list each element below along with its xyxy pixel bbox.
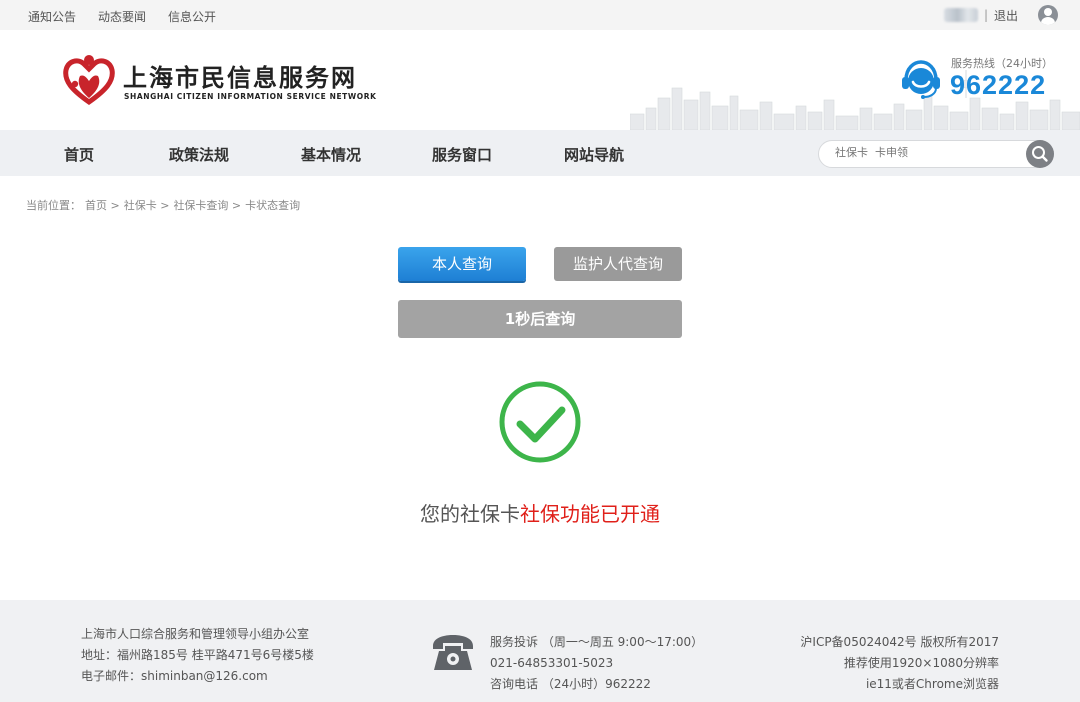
footer-consult-phone: 咨询电话 （24小时）962222 [490,677,651,691]
site-subtitle: SHANGHAI CITIZEN INFORMATION SERVICE NET… [124,92,377,101]
footer-legal: 沪ICP备05024042号 版权所有2017 推荐使用1920×1080分辨率… [800,632,999,695]
result-prefix: 您的社保卡 [420,502,520,526]
footer-icp: 沪ICP备05024042号 版权所有2017 [800,635,999,649]
nav-item-site-map[interactable]: 网站导航 [564,144,624,165]
breadcrumb-prefix: 当前位置： [26,199,81,212]
separator: | [983,8,988,22]
nav-item-home[interactable]: 首页 [64,144,94,165]
self-query-button[interactable]: 本人查询 [398,247,526,281]
footer-address: 地址：福州路185号 桂平路471号6号楼5楼 [81,648,314,662]
search-icon [1032,146,1048,162]
main-nav: 首页 政策法规 基本情况 服务窗口 网站导航 [0,130,1080,176]
breadcrumb: 当前位置： 首页 > 社保卡 > 社保卡查询 > 卡状态查询 [26,197,300,213]
headset-icon [902,60,940,99]
notice-link[interactable]: 通知公告 [28,8,76,25]
result-status: 社保功能已开通 [520,502,660,526]
logo-heart-icon[interactable] [62,54,116,108]
info-disclosure-link[interactable]: 信息公开 [168,8,216,25]
site-header: 上海市民信息服务网 SHANGHAI CITIZEN INFORMATION S… [0,30,1080,130]
footer-complaint-hours: 服务投诉 （周一～周五 9:00～17:00） [490,635,704,649]
footer-complaint-phone: 021-64853301-5023 [490,656,614,670]
search-button[interactable] [1026,140,1054,168]
nav-item-basic-info[interactable]: 基本情况 [301,144,361,165]
nav-item-service-window[interactable]: 服务窗口 [432,144,492,165]
top-links: 通知公告 动态要闻 信息公开 [28,8,216,25]
footer-resolution: 推荐使用1920×1080分辨率 [843,656,999,670]
footer-browser: ie11或者Chrome浏览器 [865,677,999,691]
footer-contact: 服务投诉 （周一～周五 9:00～17:00） 021-64853301-502… [490,632,703,695]
breadcrumb-current: 卡状态查询 [245,199,301,212]
result-message: 您的社保卡社保功能已开通 [0,498,1080,527]
breadcrumb-social-card[interactable]: 社保卡 > [124,197,170,213]
telephone-icon [433,635,473,670]
check-circle-icon [499,381,581,463]
blurred-username [943,8,978,22]
news-link[interactable]: 动态要闻 [98,8,146,25]
top-utility-bar: 通知公告 动态要闻 信息公开 | 退出 [0,0,1080,30]
hotline-label: 服务热线（24小时） [951,57,1053,70]
nav-item-policies[interactable]: 政策法规 [169,144,229,165]
search-input[interactable] [835,146,1015,159]
site-title: 上海市民信息服务网 [123,63,357,92]
countdown-query-button[interactable]: 1秒后查询 [398,300,682,338]
footer-org-info: 上海市人口综合服务和管理领导小组办公室 地址：福州路185号 桂平路471号6号… [81,624,314,687]
search-box [818,140,1054,168]
site-footer: 上海市人口综合服务和管理领导小组办公室 地址：福州路185号 桂平路471号6号… [0,600,1080,702]
user-avatar-icon[interactable] [1038,5,1058,25]
user-area: | 退出 [943,5,1058,25]
footer-org-name: 上海市人口综合服务和管理领导小组办公室 [81,627,310,641]
breadcrumb-card-query[interactable]: 社保卡查询 > [173,197,241,213]
hotline-number: 962222 [950,70,1047,100]
footer-email: 电子邮件：shiminban@126.com [81,669,268,683]
guardian-query-button[interactable]: 监护人代查询 [554,247,682,281]
logout-link[interactable]: 退出 [994,7,1018,24]
breadcrumb-home[interactable]: 首页 > [85,197,120,213]
